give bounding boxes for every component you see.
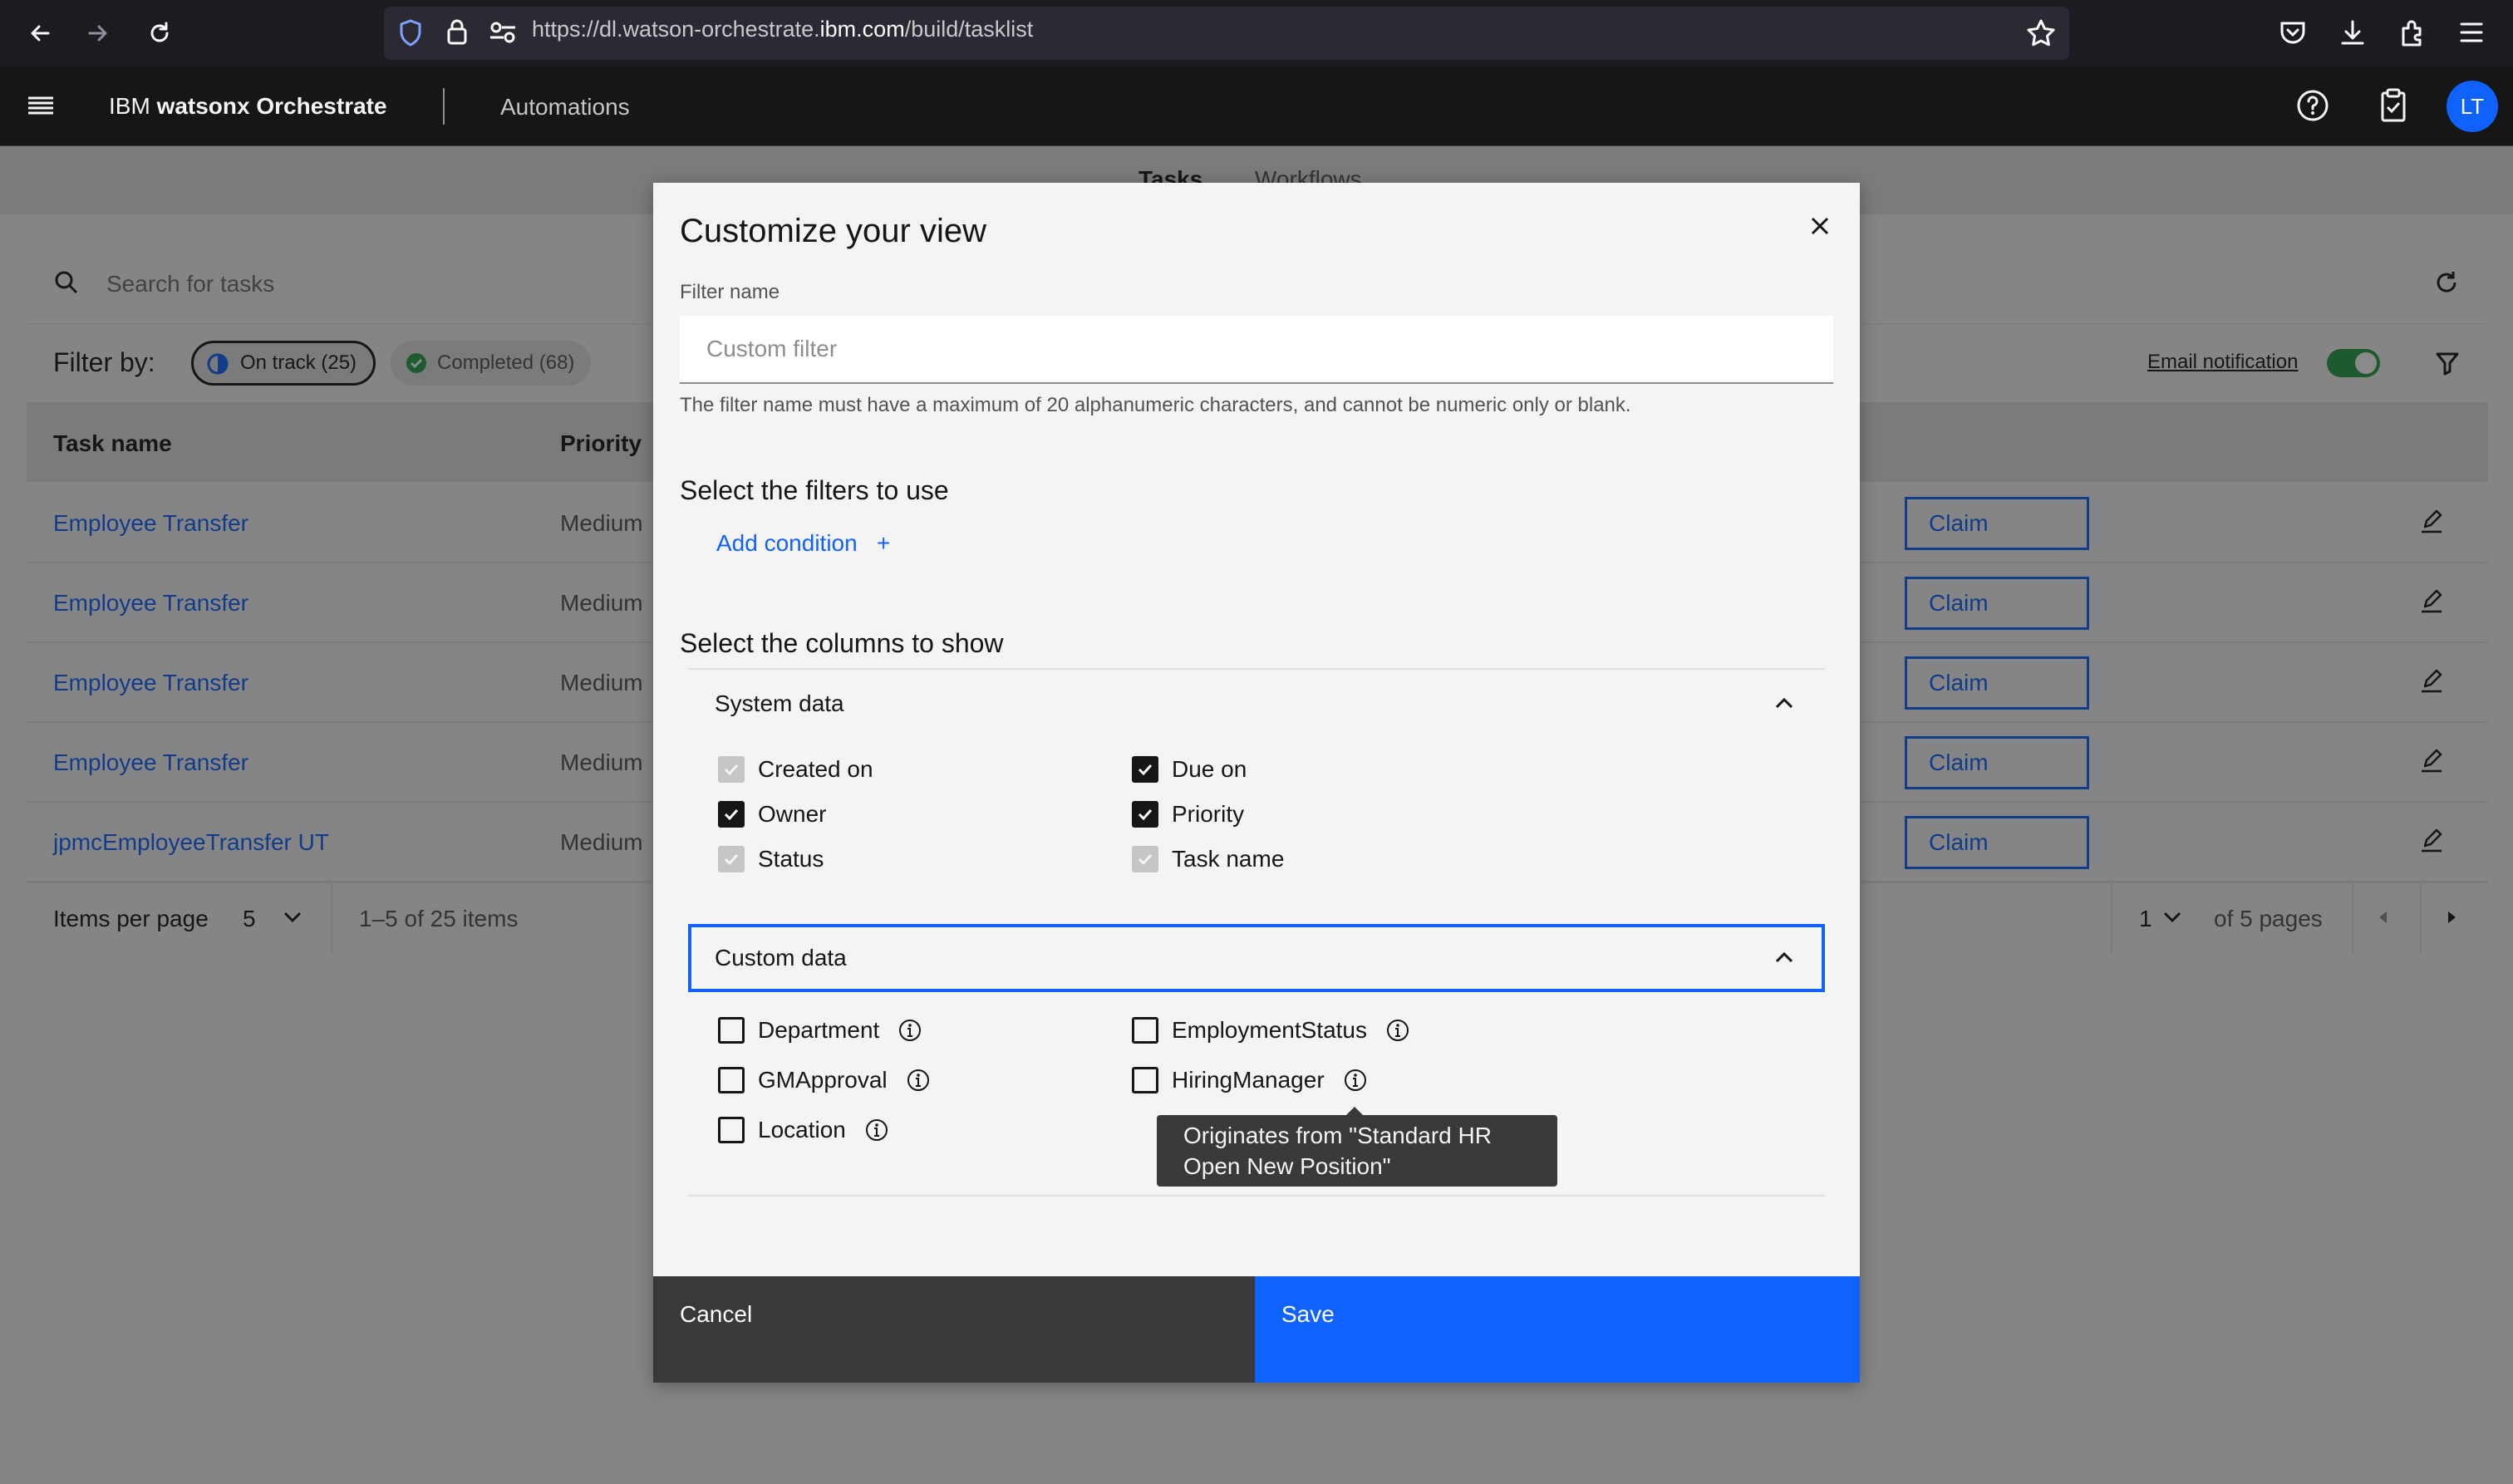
checkbox-location[interactable]: Location (718, 1117, 889, 1143)
chevron-up-icon (1775, 697, 1793, 709)
close-icon[interactable] (1800, 206, 1840, 246)
checkbox-label: Priority (1172, 801, 1245, 827)
add-icon: + (877, 530, 891, 556)
site-permissions-icon[interactable] (489, 20, 517, 49)
info-icon[interactable] (1385, 1018, 1410, 1043)
cancel-button[interactable]: Cancel (653, 1276, 1255, 1383)
accordion-divider (688, 1195, 1825, 1197)
back-icon[interactable] (22, 15, 58, 52)
accordion-custom-data[interactable]: Custom data (688, 924, 1825, 992)
checkbox-box (718, 801, 745, 828)
checkbox-priority[interactable]: Priority (1132, 801, 1244, 828)
checkbox-status[interactable]: Status (718, 846, 824, 872)
checkbox-box (1132, 1017, 1158, 1044)
checkbox-label: Department (758, 1017, 880, 1043)
tooltip-caret (1346, 1107, 1363, 1115)
checkbox-label: Task name (1172, 846, 1285, 872)
info-icon[interactable] (1343, 1068, 1368, 1093)
checkbox-department[interactable]: Department (718, 1017, 922, 1044)
accordion-system-data[interactable]: System data (688, 670, 1825, 738)
pocket-icon[interactable] (2279, 18, 2307, 51)
checkbox-box (1132, 801, 1158, 828)
checkbox-label: GMApproval (758, 1067, 888, 1093)
checkbox-box (1132, 756, 1158, 783)
columns-heading: Select the columns to show (680, 628, 1004, 658)
accordion-title: Custom data (715, 945, 847, 970)
checkbox-created-on[interactable]: Created on (718, 756, 873, 783)
header-divider (443, 88, 445, 125)
chevron-up-icon (1775, 951, 1793, 963)
filters-heading: Select the filters to use (680, 475, 949, 505)
shield-icon[interactable] (397, 18, 424, 52)
bookmark-star-icon[interactable] (2026, 18, 2056, 52)
checkbox-box (718, 1017, 745, 1044)
clipboard-icon[interactable] (2377, 88, 2410, 127)
checkbox-owner[interactable]: Owner (718, 801, 826, 828)
filter-name-label: Filter name (680, 281, 780, 303)
checkbox-label: Status (758, 846, 824, 872)
forward-icon[interactable] (80, 15, 116, 52)
save-button[interactable]: Save (1255, 1276, 1860, 1383)
add-condition-button[interactable]: Add condition + (716, 530, 890, 557)
checkbox-label: Due on (1172, 756, 1247, 782)
brand-name[interactable]: IBM watsonx Orchestrate (109, 93, 387, 120)
download-icon[interactable] (2338, 18, 2367, 51)
checkbox-label: EmploymentStatus (1172, 1017, 1367, 1043)
checkbox-box (718, 1117, 745, 1143)
header-section-automations[interactable]: Automations (500, 94, 630, 120)
checkbox-box (718, 1067, 745, 1093)
hamburger-menu-icon[interactable] (25, 93, 57, 122)
checkbox-employment-status[interactable]: EmploymentStatus (1132, 1017, 1410, 1044)
modal-title: Customize your view (680, 213, 987, 249)
info-tooltip: Originates from "Standard HR Open New Po… (1157, 1115, 1557, 1187)
user-avatar[interactable]: LT (2447, 81, 2498, 132)
info-icon[interactable] (864, 1118, 889, 1142)
extensions-icon[interactable] (2398, 18, 2427, 51)
checkbox-box (718, 756, 745, 783)
checkbox-label: HiringManager (1172, 1067, 1325, 1093)
checkbox-task-name[interactable]: Task name (1132, 846, 1284, 872)
checkbox-label: Created on (758, 756, 873, 782)
checkbox-due-on[interactable]: Due on (1132, 756, 1247, 783)
checkbox-box (1132, 1067, 1158, 1093)
reload-icon[interactable] (141, 15, 178, 52)
url-text: https://dl.watson-orchestrate.ibm.com/bu… (532, 17, 1034, 42)
info-icon[interactable] (898, 1018, 922, 1043)
info-icon[interactable] (906, 1068, 931, 1093)
browser-menu-icon[interactable] (2458, 20, 2485, 49)
filter-name-helper-text: The filter name must have a maximum of 2… (680, 394, 1631, 416)
checkbox-label: Location (758, 1117, 846, 1142)
checkbox-box (718, 846, 745, 872)
lock-icon[interactable] (444, 17, 470, 51)
checkbox-gm-approval[interactable]: GMApproval (718, 1067, 931, 1093)
checkbox-hiring-manager[interactable]: HiringManager (1132, 1067, 1368, 1093)
accordion-title: System data (715, 690, 844, 716)
filter-name-input[interactable] (680, 316, 1833, 384)
checkbox-label: Owner (758, 801, 827, 827)
help-icon[interactable] (2295, 88, 2330, 127)
checkbox-box (1132, 846, 1158, 872)
add-condition-label: Add condition (716, 530, 858, 556)
